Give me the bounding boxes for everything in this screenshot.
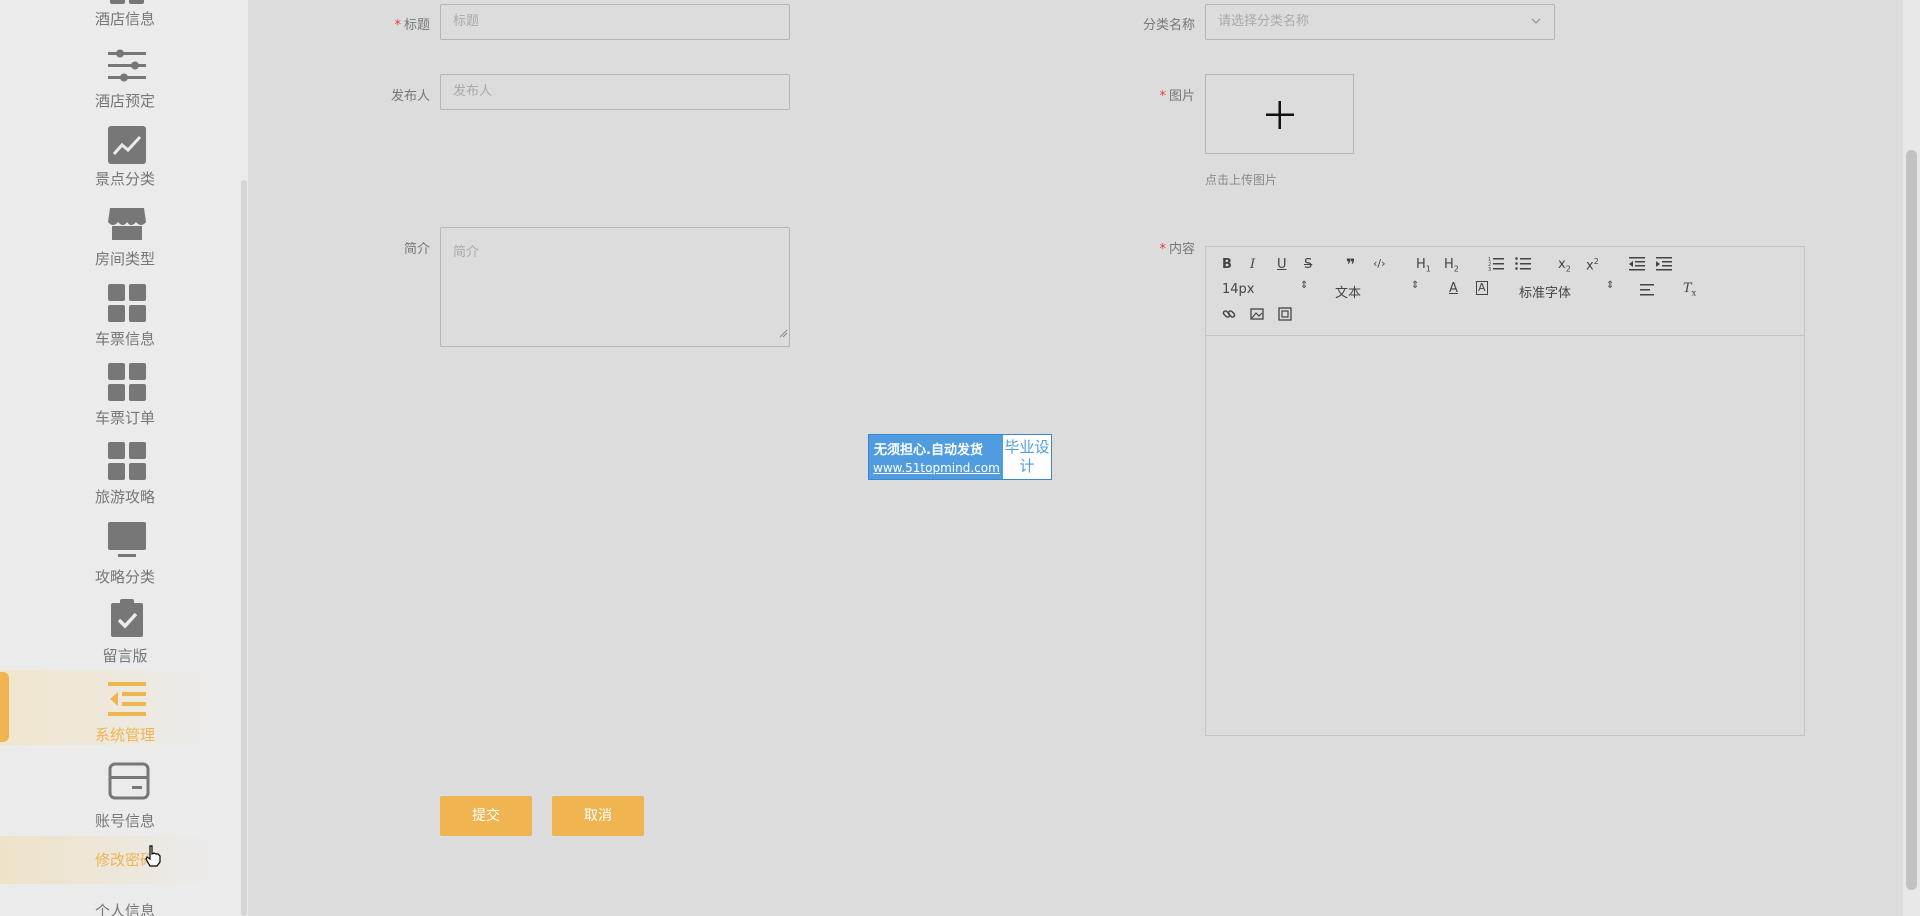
code-icon[interactable]: ‹/› bbox=[1373, 257, 1386, 270]
plus-icon bbox=[1264, 99, 1296, 135]
list-indent-icon bbox=[108, 680, 146, 718]
clipboard-check-icon bbox=[108, 599, 146, 637]
clear-format-icon[interactable]: Tx bbox=[1683, 281, 1696, 298]
monitor-icon bbox=[108, 522, 146, 560]
card-icon bbox=[108, 762, 150, 800]
font-color-button[interactable]: A bbox=[1449, 281, 1458, 296]
background-color-button[interactable]: A bbox=[1476, 281, 1488, 295]
watermark-badge: 无须担心.自动发货 www.51topmind.com 毕业设计 bbox=[868, 434, 1052, 480]
sidebar-item-label: 酒店信息 bbox=[94, 10, 155, 28]
content-label: * 内容 bbox=[1159, 242, 1195, 257]
bullet-list-icon[interactable] bbox=[1515, 255, 1531, 275]
sidebar-item-label: 景点分类 bbox=[94, 170, 155, 188]
font-size-arrows-icon: ⇕ bbox=[1300, 280, 1309, 291]
intro-textarea[interactable]: 简介 bbox=[440, 227, 790, 347]
video-icon[interactable] bbox=[1278, 307, 1292, 325]
subscript-button[interactable]: x2 bbox=[1558, 257, 1571, 274]
svg-text:3: 3 bbox=[1488, 267, 1491, 271]
page-scrollbar-thumb[interactable] bbox=[1906, 150, 1917, 890]
hand-cursor-icon bbox=[144, 845, 162, 871]
sidebar-item-label: 旅游攻略 bbox=[94, 488, 155, 506]
image-upload-hint: 点击上传图片 bbox=[1205, 173, 1278, 187]
sidebar-subitem-change-password[interactable]: 修改密码 bbox=[0, 848, 248, 874]
sidebar-item-label: 酒店预定 bbox=[94, 92, 155, 110]
main-form-area: * 标题 标题 分类名称 请选择分类名称 发布人 发布人 * 图片 点击上传图片 简… bbox=[248, 0, 1903, 916]
grid-icon bbox=[108, 363, 146, 401]
intro-label: 简介 bbox=[403, 242, 430, 257]
underline-button[interactable]: U bbox=[1277, 257, 1287, 272]
category-label: 分类名称 bbox=[1142, 18, 1195, 33]
title-input[interactable]: 标题 bbox=[440, 4, 790, 40]
sidebar-scrollbar[interactable] bbox=[241, 180, 247, 916]
chart-line-icon bbox=[108, 126, 146, 164]
h1-button[interactable]: H1 bbox=[1416, 257, 1431, 274]
align-left-icon[interactable] bbox=[1640, 283, 1656, 301]
grid-icon bbox=[108, 442, 146, 480]
indent-icon[interactable] bbox=[1656, 255, 1672, 275]
sidebar-item-scenic-category[interactable]: 景点分类 bbox=[0, 124, 248, 192]
sidebar-item-room-type[interactable]: 房间类型 bbox=[0, 204, 248, 272]
font-size-select[interactable]: 14px bbox=[1222, 282, 1255, 297]
sidebar-item-message-board[interactable]: 留言版 bbox=[0, 599, 248, 667]
sidebar-item-label: 车票订单 bbox=[94, 409, 155, 427]
sidebar-item-guide-category[interactable]: 攻略分类 bbox=[0, 522, 248, 590]
sidebar-item-label: 留言版 bbox=[102, 647, 148, 665]
category-select[interactable]: 请选择分类名称 bbox=[1205, 4, 1555, 40]
grid-icon bbox=[108, 0, 146, 6]
h2-button[interactable]: H2 bbox=[1444, 257, 1459, 274]
sidebar-item-ticket-info[interactable]: 车票信息 bbox=[0, 284, 248, 352]
sidebar: 酒店信息 酒店预定 景点分类 房间类型 车票信息 车票订单 旅游攻略 攻略分类 … bbox=[0, 0, 248, 916]
ordered-list-icon[interactable]: 123 bbox=[1488, 255, 1504, 275]
sidebar-item-travel-guide[interactable]: 旅游攻略 bbox=[0, 442, 248, 510]
sidebar-item-label: 个人信息 bbox=[94, 902, 155, 916]
chevron-down-icon bbox=[1530, 5, 1542, 53]
publisher-input[interactable]: 发布人 bbox=[440, 74, 790, 110]
image-label: * 图片 bbox=[1159, 89, 1195, 104]
paragraph-select[interactable]: 文本 bbox=[1335, 282, 1361, 301]
watermark-side-label: 毕业设计 bbox=[1003, 435, 1051, 479]
paragraph-arrows-icon: ⇕ bbox=[1411, 280, 1420, 291]
sidebar-subitem-personal-info[interactable]: 个人信息 bbox=[0, 898, 248, 916]
strike-button[interactable]: S bbox=[1304, 257, 1312, 272]
rich-text-editor: B I U S ❞ ‹/› H1 H2 123 x2 x2 14px ⇕ 文本 … bbox=[1205, 246, 1805, 736]
sidebar-item-ticket-orders[interactable]: 车票订单 bbox=[0, 363, 248, 431]
quote-icon[interactable]: ❞ bbox=[1346, 255, 1355, 274]
font-family-arrows-icon: ⇕ bbox=[1606, 280, 1615, 291]
cancel-button[interactable]: 取消 bbox=[552, 796, 644, 836]
superscript-button[interactable]: x2 bbox=[1586, 257, 1599, 273]
link-icon[interactable] bbox=[1222, 307, 1236, 325]
editor-content-area[interactable] bbox=[1206, 336, 1804, 735]
resize-handle-icon[interactable] bbox=[778, 325, 788, 345]
grid-icon bbox=[108, 284, 146, 322]
sidebar-item-label: 修改密码 bbox=[94, 851, 155, 869]
sidebar-item-system-management[interactable]: 系统管理 bbox=[0, 680, 248, 748]
watermark-line2: www.51topmind.com bbox=[873, 461, 1000, 475]
image-upload-box[interactable] bbox=[1205, 74, 1354, 154]
title-label: * 标题 bbox=[394, 18, 430, 33]
store-icon bbox=[108, 204, 146, 242]
sidebar-item-hotel-booking[interactable]: 酒店预定 bbox=[0, 44, 248, 112]
sidebar-item-label: 攻略分类 bbox=[94, 568, 155, 586]
publisher-label: 发布人 bbox=[390, 89, 430, 104]
sidebar-item-label: 车票信息 bbox=[94, 330, 155, 348]
image-icon[interactable] bbox=[1250, 307, 1264, 325]
sidebar-item-hotel-info[interactable]: 酒店信息 bbox=[0, 0, 248, 40]
sidebar-item-label: 账号信息 bbox=[94, 812, 155, 830]
sidebar-item-label: 系统管理 bbox=[94, 726, 155, 744]
outdent-icon[interactable] bbox=[1629, 255, 1645, 275]
italic-button[interactable]: I bbox=[1250, 257, 1255, 272]
editor-toolbar: B I U S ❞ ‹/› H1 H2 123 x2 x2 14px ⇕ 文本 … bbox=[1206, 247, 1804, 336]
submit-button[interactable]: 提交 bbox=[440, 796, 532, 836]
font-family-select[interactable]: 标准字体 bbox=[1519, 282, 1571, 301]
watermark-line1: 无须担心.自动发货 bbox=[874, 443, 983, 458]
sidebar-item-label: 房间类型 bbox=[94, 250, 155, 268]
bold-button[interactable]: B bbox=[1222, 257, 1232, 272]
sliders-icon bbox=[108, 46, 146, 84]
sidebar-item-account-info[interactable]: 账号信息 bbox=[0, 762, 248, 830]
